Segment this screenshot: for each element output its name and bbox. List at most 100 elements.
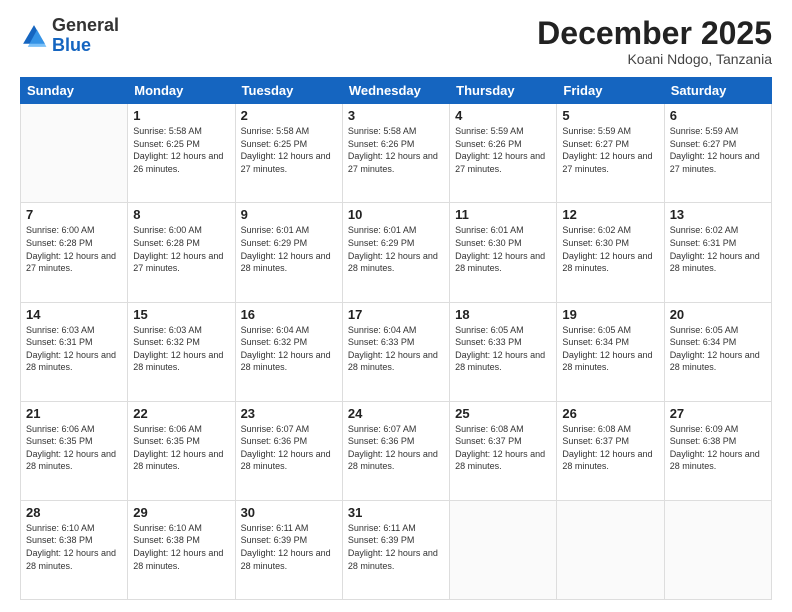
sunrise-text: Sunrise: 6:11 AM (241, 523, 309, 533)
table-row: 17Sunrise: 6:04 AMSunset: 6:33 PMDayligh… (342, 302, 449, 401)
day-info: Sunrise: 6:05 AMSunset: 6:34 PMDaylight:… (562, 324, 658, 374)
sunrise-text: Sunrise: 6:05 AM (455, 325, 524, 335)
day-info: Sunrise: 6:04 AMSunset: 6:32 PMDaylight:… (241, 324, 337, 374)
day-number: 28 (26, 505, 122, 520)
day-number: 18 (455, 307, 551, 322)
day-info: Sunrise: 6:10 AMSunset: 6:38 PMDaylight:… (133, 522, 229, 572)
sunset-text: Sunset: 6:37 PM (562, 436, 629, 446)
daylight-text: Daylight: 12 hours and 28 minutes. (562, 350, 652, 373)
table-row: 26Sunrise: 6:08 AMSunset: 6:37 PMDayligh… (557, 401, 664, 500)
sunset-text: Sunset: 6:37 PM (455, 436, 522, 446)
sunset-text: Sunset: 6:25 PM (133, 139, 200, 149)
sunrise-text: Sunrise: 6:08 AM (455, 424, 524, 434)
col-friday: Friday (557, 78, 664, 104)
col-saturday: Saturday (664, 78, 771, 104)
table-row: 1Sunrise: 5:58 AMSunset: 6:25 PMDaylight… (128, 104, 235, 203)
col-monday: Monday (128, 78, 235, 104)
sunset-text: Sunset: 6:29 PM (348, 238, 415, 248)
day-number: 4 (455, 108, 551, 123)
daylight-text: Daylight: 12 hours and 28 minutes. (133, 350, 223, 373)
day-number: 21 (26, 406, 122, 421)
daylight-text: Daylight: 12 hours and 28 minutes. (562, 251, 652, 274)
day-number: 14 (26, 307, 122, 322)
table-row: 8Sunrise: 6:00 AMSunset: 6:28 PMDaylight… (128, 203, 235, 302)
table-row: 25Sunrise: 6:08 AMSunset: 6:37 PMDayligh… (450, 401, 557, 500)
day-number: 24 (348, 406, 444, 421)
day-info: Sunrise: 5:58 AMSunset: 6:26 PMDaylight:… (348, 125, 444, 175)
daylight-text: Daylight: 12 hours and 28 minutes. (241, 350, 331, 373)
table-row: 9Sunrise: 6:01 AMSunset: 6:29 PMDaylight… (235, 203, 342, 302)
sunset-text: Sunset: 6:32 PM (133, 337, 200, 347)
day-info: Sunrise: 6:04 AMSunset: 6:33 PMDaylight:… (348, 324, 444, 374)
sunrise-text: Sunrise: 6:04 AM (241, 325, 310, 335)
day-number: 15 (133, 307, 229, 322)
location-subtitle: Koani Ndogo, Tanzania (537, 51, 772, 67)
sunrise-text: Sunrise: 6:11 AM (348, 523, 416, 533)
sunrise-text: Sunrise: 5:58 AM (133, 126, 202, 136)
daylight-text: Daylight: 12 hours and 28 minutes. (241, 548, 331, 571)
month-title: December 2025 (537, 16, 772, 51)
sunset-text: Sunset: 6:35 PM (26, 436, 93, 446)
sunset-text: Sunset: 6:31 PM (26, 337, 93, 347)
day-number: 12 (562, 207, 658, 222)
header: General Blue December 2025 Koani Ndogo, … (20, 16, 772, 67)
sunset-text: Sunset: 6:34 PM (562, 337, 629, 347)
sunset-text: Sunset: 6:27 PM (562, 139, 629, 149)
table-row: 28Sunrise: 6:10 AMSunset: 6:38 PMDayligh… (21, 500, 128, 599)
sunrise-text: Sunrise: 5:59 AM (562, 126, 631, 136)
sunrise-text: Sunrise: 5:59 AM (455, 126, 524, 136)
daylight-text: Daylight: 12 hours and 27 minutes. (670, 151, 760, 174)
sunset-text: Sunset: 6:36 PM (241, 436, 308, 446)
table-row (21, 104, 128, 203)
sunrise-text: Sunrise: 6:07 AM (348, 424, 417, 434)
day-info: Sunrise: 5:59 AMSunset: 6:26 PMDaylight:… (455, 125, 551, 175)
table-row: 10Sunrise: 6:01 AMSunset: 6:29 PMDayligh… (342, 203, 449, 302)
day-number: 7 (26, 207, 122, 222)
table-row: 12Sunrise: 6:02 AMSunset: 6:30 PMDayligh… (557, 203, 664, 302)
daylight-text: Daylight: 12 hours and 28 minutes. (455, 251, 545, 274)
sunset-text: Sunset: 6:28 PM (133, 238, 200, 248)
table-row (664, 500, 771, 599)
sunset-text: Sunset: 6:31 PM (670, 238, 737, 248)
day-info: Sunrise: 6:07 AMSunset: 6:36 PMDaylight:… (241, 423, 337, 473)
table-row (557, 500, 664, 599)
table-row: 18Sunrise: 6:05 AMSunset: 6:33 PMDayligh… (450, 302, 557, 401)
table-row: 30Sunrise: 6:11 AMSunset: 6:39 PMDayligh… (235, 500, 342, 599)
sunrise-text: Sunrise: 6:10 AM (133, 523, 202, 533)
calendar-week-row: 14 Sunrise: 6:03 AM Sunset: 6:31 PM Dayligh… (21, 302, 772, 401)
sunrise-text: Sunrise: 6:05 AM (670, 325, 739, 335)
table-row: 7 Sunrise: 6:00 AMSunset: 6:28 PMDaylight… (21, 203, 128, 302)
day-info: Sunrise: 6:05 AMSunset: 6:33 PMDaylight:… (455, 324, 551, 374)
day-number: 10 (348, 207, 444, 222)
col-wednesday: Wednesday (342, 78, 449, 104)
daylight-text: Daylight: 12 hours and 28 minutes. (348, 350, 438, 373)
day-info: Sunrise: 6:00 AMSunset: 6:28 PMDaylight:… (26, 224, 122, 274)
day-info: Sunrise: 5:59 AMSunset: 6:27 PMDaylight:… (562, 125, 658, 175)
daylight-text: Daylight: 12 hours and 28 minutes. (670, 449, 760, 472)
day-number: 19 (562, 307, 658, 322)
table-row: 14Sunrise: 6:03 AMSunset: 6:31 PMDayligh… (21, 302, 128, 401)
sunrise-text: Sunrise: 6:03 AM (133, 325, 202, 335)
sunset-text: Sunset: 6:36 PM (348, 436, 415, 446)
daylight-text: Daylight: 12 hours and 26 minutes. (133, 151, 223, 174)
daylight-text: Daylight: 12 hours and 28 minutes. (133, 449, 223, 472)
day-number: 31 (348, 505, 444, 520)
sunrise-text: Sunrise: 6:01 AM (241, 225, 310, 235)
day-number: 30 (241, 505, 337, 520)
calendar-week-row: 28 Sunrise: 6:10 AMSunset: 6:38 PMDayligh… (21, 500, 772, 599)
calendar-header-row: Sunday Monday Tuesday Wednesday Thursday… (21, 78, 772, 104)
sunrise-text: Sunrise: 6:01 AM (348, 225, 417, 235)
daylight-text: Daylight: 12 hours and 28 minutes. (562, 449, 652, 472)
day-info: Sunrise: 5:59 AMSunset: 6:27 PMDaylight:… (670, 125, 766, 175)
sunset-text: Sunset: 6:30 PM (562, 238, 629, 248)
daylight-text: Daylight: 12 hours and 27 minutes. (133, 251, 223, 274)
daylight-text: Daylight: 12 hours and 27 minutes. (241, 151, 331, 174)
daylight-text: Daylight: 12 hours and 28 minutes. (348, 548, 438, 571)
sunset-text: Sunset: 6:33 PM (455, 337, 522, 347)
day-number: 29 (133, 505, 229, 520)
day-info: Sunrise: 6:01 AMSunset: 6:30 PMDaylight:… (455, 224, 551, 274)
day-number: 22 (133, 406, 229, 421)
day-info: Sunrise: 6:11 AMSunset: 6:39 PMDaylight:… (348, 522, 444, 572)
calendar-week-row: 1Sunrise: 5:58 AMSunset: 6:25 PMDaylight… (21, 104, 772, 203)
daylight-text: Daylight: 12 hours and 28 minutes. (241, 251, 331, 274)
